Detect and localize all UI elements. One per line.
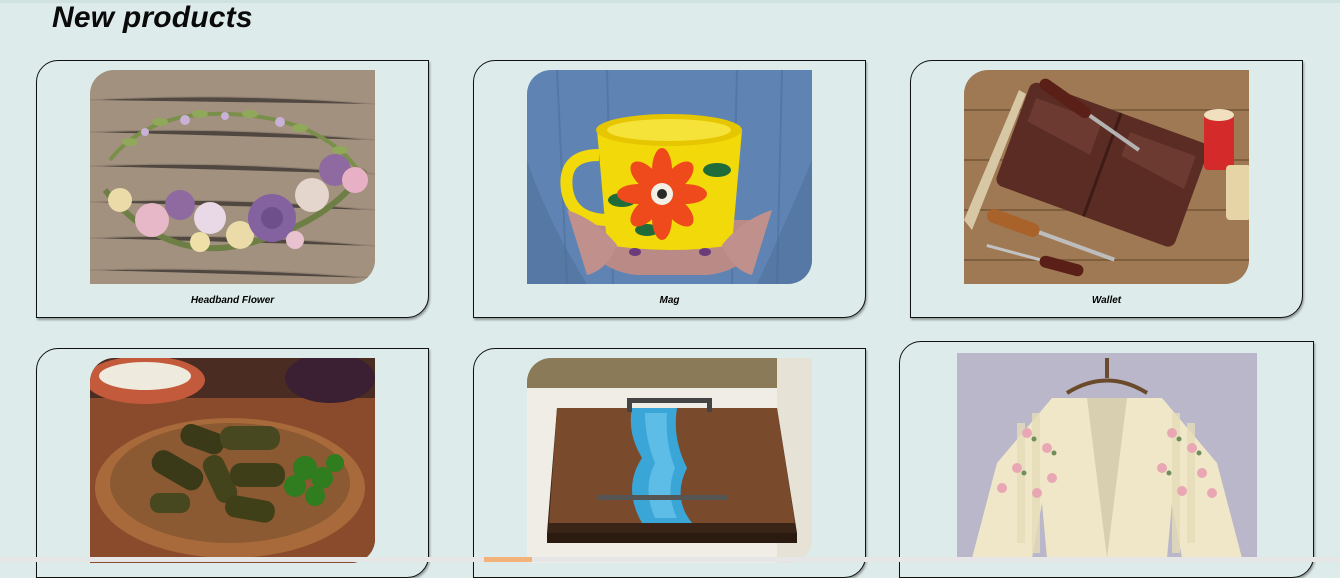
product-card-dolma[interactable] [36, 348, 429, 578]
section-title: New products [52, 1, 253, 34]
product-image-mug[interactable] [527, 70, 812, 284]
product-card-mug[interactable]: Mag [473, 60, 866, 318]
product-card-tray[interactable] [473, 348, 866, 578]
product-image-cardigan[interactable] [957, 353, 1257, 558]
product-image-dolma[interactable] [90, 358, 375, 563]
product-name-wallet[interactable]: Wallet [911, 295, 1302, 306]
product-name-mug[interactable]: Mag [474, 295, 865, 306]
product-card-headband[interactable]: Headband Flower [36, 60, 429, 318]
product-name-headband[interactable]: Headband Flower [37, 295, 428, 306]
product-image-wallet[interactable] [964, 70, 1249, 284]
product-card-wallet[interactable]: Wallet [910, 60, 1303, 318]
scrollbar-thumb[interactable] [484, 557, 532, 562]
product-image-headband[interactable] [90, 70, 375, 284]
product-card-cardigan[interactable] [899, 341, 1314, 578]
horizontal-scrollbar[interactable] [0, 557, 1340, 562]
product-image-tray[interactable] [527, 358, 812, 563]
